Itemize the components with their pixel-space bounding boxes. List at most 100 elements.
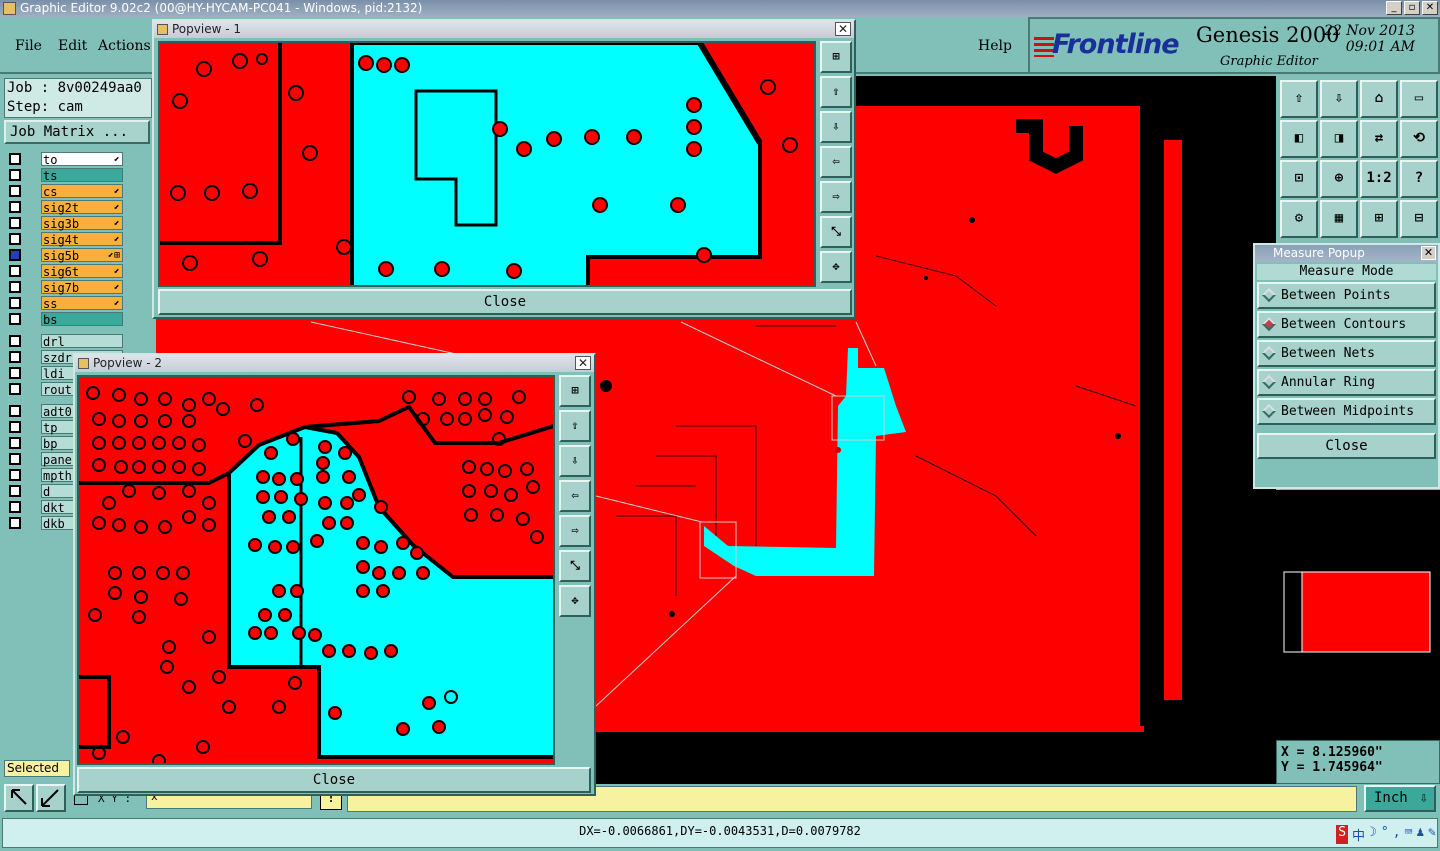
layer-row-sig2t[interactable]: sig2t ⬋ [6,199,126,215]
tray-icon[interactable]: ✎ [1428,825,1436,844]
zoom-in-icon[interactable]: ⊞ [559,375,591,407]
maximize-button[interactable]: ▫ [1404,1,1420,15]
layer-row-cs[interactable]: cs ⬋ [6,183,126,199]
help-icon[interactable]: ? [1400,160,1438,198]
pan-left-icon[interactable]: ◧ [1280,120,1318,158]
pan-left-icon[interactable]: ⇦ [820,146,852,178]
layer-checkbox[interactable] [9,313,21,325]
layer-checkbox[interactable] [9,265,21,277]
units-selector[interactable]: Inch ⇩ [1364,785,1436,812]
popview-2-canvas[interactable] [77,375,555,765]
zoom-home-icon[interactable]: ⇩ [1320,80,1358,118]
layer-colors-icon[interactable]: ⊞ [1360,200,1398,238]
pan-down-icon[interactable]: ⇩ [559,445,591,477]
job-matrix-button[interactable]: Job Matrix ... [4,120,150,144]
measure-close-icon[interactable]: ✕ [1421,246,1436,260]
minimize-button[interactable]: _ [1386,1,1402,15]
layer-checkbox[interactable] [9,297,21,309]
layer-checkbox[interactable] [9,351,21,363]
layer-name[interactable]: bs [41,312,123,327]
menu-help[interactable]: Help [978,38,1012,54]
grid-icon[interactable]: ▦ [1320,200,1358,238]
layer-name[interactable]: cs ⬋ [41,184,123,199]
tray-icon[interactable]: ⌨ [1405,825,1413,844]
net-icon[interactable]: ⊟ [1400,200,1438,238]
layer-checkbox[interactable] [9,281,21,293]
center-icon[interactable]: ✥ [559,585,591,617]
layer-name[interactable]: ts [41,168,123,183]
zoom-in-icon[interactable]: ⊞ [820,41,852,73]
center-icon[interactable]: ✥ [820,251,852,283]
measure-option-between-midpoints[interactable]: Between Midpoints [1257,398,1436,425]
popview-2-close-button[interactable]: Close [77,767,591,793]
layer-name[interactable]: drl [41,334,123,349]
measure-option-between-nets[interactable]: Between Nets [1257,340,1436,367]
pan-up-icon[interactable]: ⇧ [820,76,852,108]
layer-row-sig6t[interactable]: sig6t ⬋ [6,263,126,279]
tray-icon[interactable]: ☽ [1369,825,1377,844]
layer-checkbox[interactable] [9,421,21,433]
layer-row-bs[interactable]: bs [6,311,126,327]
layer-row-ss[interactable]: ss ⬋ [6,295,126,311]
layer-name[interactable]: sig2t ⬋ [41,200,123,215]
layer-checkbox[interactable] [9,405,21,417]
menu-actions[interactable]: Actions [98,38,151,54]
scale-1-2-icon[interactable]: 1:2 [1360,160,1398,198]
house-icon[interactable]: ⌂ [1360,80,1398,118]
layer-name[interactable]: to ⬋ [41,152,123,167]
layer-checkbox[interactable] [9,249,21,261]
layer-checkbox[interactable] [9,485,21,497]
layer-checkbox[interactable] [9,501,21,513]
menu-edit[interactable]: Edit [58,38,87,54]
layer-checkbox[interactable] [9,517,21,529]
layer-name[interactable]: ss ⬋ [41,296,123,311]
layer-row-ts[interactable]: ts [6,167,126,183]
layer-checkbox[interactable] [9,453,21,465]
layer-name[interactable]: sig5b ⬋⊞ [41,248,123,263]
center-icon[interactable]: ⊕ [1320,160,1358,198]
tray-icon[interactable]: ° [1381,825,1389,844]
pan-down-icon[interactable]: ⇩ [820,111,852,143]
layer-checkbox[interactable] [9,469,21,481]
layer-row-sig7b[interactable]: sig7b ⬋ [6,279,126,295]
measure-option-between-contours[interactable]: Between Contours [1257,311,1436,338]
popview-1-close-button[interactable]: Close [158,289,852,315]
layer-name[interactable]: sig7b ⬋ [41,280,123,295]
pan-right-icon[interactable]: ⇨ [820,181,852,213]
layer-checkbox[interactable] [9,201,21,213]
layer-row-sig3b[interactable]: sig3b ⬋ [6,215,126,231]
pan-right-icon[interactable]: ⇨ [559,515,591,547]
measure-close-button[interactable]: Close [1257,433,1436,459]
layer-checkbox[interactable] [9,367,21,379]
select-tool-button[interactable] [4,784,34,812]
tray-icon[interactable]: ♟ [1416,825,1424,844]
measure-option-between-points[interactable]: Between Points [1257,282,1436,309]
measure-option-annular-ring[interactable]: Annular Ring [1257,369,1436,396]
popview-1-canvas[interactable] [158,41,816,287]
layer-row-drl[interactable]: drl [6,333,126,349]
tray-icon[interactable]: , [1393,825,1401,844]
layer-checkbox[interactable] [9,217,21,229]
tray-icon[interactable]: 中 [1352,825,1365,844]
layer-name[interactable]: sig6t ⬋ [41,264,123,279]
layer-checkbox[interactable] [9,335,21,347]
tray-icon[interactable]: S [1336,825,1349,844]
layer-row-sig4t[interactable]: sig4t ⬋ [6,231,126,247]
fit-icon[interactable]: ⤡ [820,216,852,248]
window-icon[interactable]: ▭ [1400,80,1438,118]
pan-up-icon[interactable]: ⇧ [559,410,591,442]
layer-name[interactable]: sig4t ⬋ [41,232,123,247]
layer-checkbox[interactable] [9,437,21,449]
layer-row-sig5b[interactable]: sig5b ⬋⊞ [6,247,126,263]
pan-left-icon[interactable]: ⇦ [559,480,591,512]
tools-icon[interactable]: ⚙ [1280,200,1318,238]
layer-checkbox[interactable] [9,169,21,181]
pan-right-icon[interactable]: ◨ [1320,120,1358,158]
overview-map[interactable] [1276,490,1440,740]
close-button[interactable]: ✕ [1422,1,1438,15]
fit-icon[interactable]: ⤡ [559,550,591,582]
popview-2-close-icon[interactable]: ✕ [575,356,591,370]
layer-checkbox[interactable] [9,185,21,197]
layer-checkbox[interactable] [9,233,21,245]
menu-file[interactable]: File [15,38,42,54]
